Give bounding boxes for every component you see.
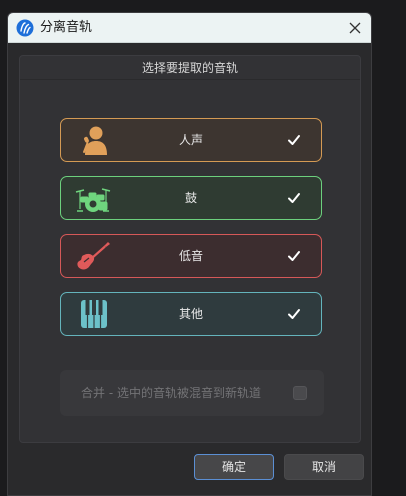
merge-label: 合并 - 选中的音轨被混音到新轨道 (81, 386, 261, 400)
track-option-vocal[interactable]: 人声 (60, 118, 322, 162)
track-label-drum: 鼓 (184, 191, 197, 205)
check-icon (288, 251, 300, 261)
track-label-bass: 低音 (178, 249, 203, 263)
track-option-drum[interactable]: 鼓 (60, 176, 322, 220)
check-icon (288, 135, 300, 145)
panel-heading: 选择要提取的音轨 (20, 56, 360, 80)
ok-button[interactable]: 确定 (194, 454, 274, 480)
waveform-app-icon (16, 19, 34, 37)
cancel-button[interactable]: 取消 (284, 454, 364, 480)
check-icon (288, 193, 300, 203)
title-bar: 分离音轨 (8, 13, 371, 43)
close-icon (349, 22, 361, 34)
track-option-other[interactable]: 其他 (60, 292, 322, 336)
close-button[interactable] (344, 17, 366, 39)
track-label-vocal: 人声 (178, 133, 203, 147)
check-icon (288, 309, 300, 319)
window-title: 分离音轨 (40, 20, 93, 35)
merge-checkbox[interactable] (293, 386, 307, 400)
track-option-bass[interactable]: 低音 (60, 234, 322, 278)
track-selection-panel: 选择要提取的音轨 人声 鼓 低音 其他 合并 - 选中的音轨被混音到新轨道 (19, 55, 361, 443)
separate-tracks-dialog: 分离音轨 选择要提取的音轨 人声 鼓 低音 其他 合并 - 选中的音轨被混音到新… (7, 12, 372, 496)
merge-option: 合并 - 选中的音轨被混音到新轨道 (60, 370, 324, 416)
track-label-other: 其他 (178, 307, 203, 321)
